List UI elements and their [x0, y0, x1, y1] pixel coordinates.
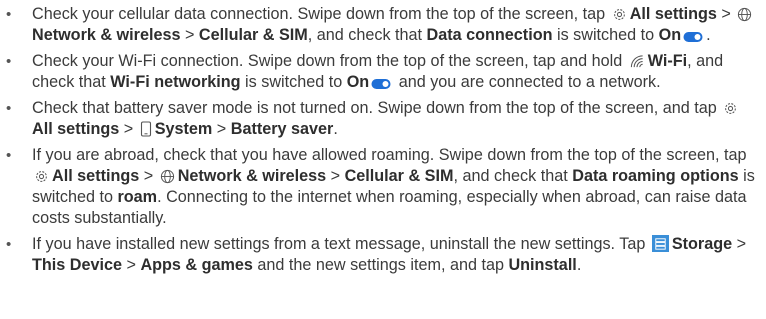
item-text: >: [732, 235, 747, 253]
list-item: • If you are abroad, check that you have…: [4, 145, 760, 229]
list-item: • Check your cellular data connection. S…: [4, 4, 760, 46]
bold-term: Data roaming options: [572, 167, 739, 185]
item-text: Check your cellular data connection. Swi…: [32, 5, 610, 23]
item-text: is switched to: [552, 26, 659, 44]
bold-term: Cellular & SIM: [344, 167, 454, 185]
bold-term: Battery saver: [230, 120, 334, 138]
troubleshooting-list: • Check your cellular data connection. S…: [4, 4, 760, 276]
bold-term: On: [346, 73, 370, 91]
list-item: • Check that battery saver mode is not t…: [4, 98, 760, 140]
bold-term: Uninstall: [508, 256, 577, 274]
bold-term: On: [658, 26, 682, 44]
globe-icon: [160, 169, 175, 184]
bold-term: All settings: [52, 167, 140, 185]
item-text: >: [326, 167, 345, 185]
item-text: Check your Wi-Fi connection. Swipe down …: [32, 52, 627, 70]
phone-icon: [140, 121, 152, 137]
bullet-icon: •: [6, 53, 12, 70]
item-text: If you have installed new settings from …: [32, 235, 650, 253]
item-text: If you are abroad, check that you have a…: [32, 146, 747, 164]
item-text: >: [119, 120, 138, 138]
toggle-on-icon: [371, 78, 391, 90]
item-text: >: [139, 167, 158, 185]
bold-term: Apps & games: [140, 256, 253, 274]
item-text: Check that battery saver mode is not tur…: [32, 99, 722, 117]
item-text: and the new settings item, and tap: [252, 256, 509, 274]
bold-term: Data connection: [426, 26, 553, 44]
bullet-icon: •: [6, 147, 12, 164]
bold-term: roam: [117, 188, 158, 206]
item-text: .: [333, 120, 338, 138]
item-text: >: [716, 5, 736, 23]
item-text: >: [212, 120, 231, 138]
bold-term: All settings: [629, 5, 717, 23]
globe-icon: [737, 7, 752, 22]
bold-term: All settings: [32, 120, 120, 138]
bold-term: This Device: [32, 256, 122, 274]
wifi-icon: [629, 54, 645, 69]
bold-term: Wi-Fi networking: [110, 73, 241, 91]
bold-term: Network & wireless: [32, 26, 181, 44]
bold-term: Storage: [671, 235, 733, 253]
item-text: >: [121, 256, 141, 274]
item-text: is switched to: [240, 73, 347, 91]
bold-term: Wi-Fi: [647, 52, 688, 70]
list-item: • Check your Wi-Fi connection. Swipe dow…: [4, 51, 760, 93]
item-text: >: [180, 26, 199, 44]
item-text: , and check that: [453, 167, 573, 185]
bullet-icon: •: [6, 236, 12, 253]
bold-term: Network & wireless: [177, 167, 327, 185]
bold-term: System: [154, 120, 213, 138]
item-text: .: [706, 26, 711, 44]
bullet-icon: •: [6, 100, 12, 117]
gear-icon: [723, 101, 738, 116]
gear-icon: [34, 169, 49, 184]
toggle-on-icon: [683, 31, 703, 43]
storage-app-icon: [651, 235, 669, 252]
bold-term: Cellular & SIM: [198, 26, 308, 44]
item-text: .: [576, 256, 582, 274]
item-text: and you are connected to a network.: [394, 73, 661, 91]
document: • Check your cellular data connection. S…: [0, 0, 766, 276]
list-item: • If you have installed new settings fro…: [4, 234, 760, 276]
gear-icon: [612, 7, 627, 22]
bullet-icon: •: [6, 6, 12, 23]
item-text: , and check that: [307, 26, 427, 44]
